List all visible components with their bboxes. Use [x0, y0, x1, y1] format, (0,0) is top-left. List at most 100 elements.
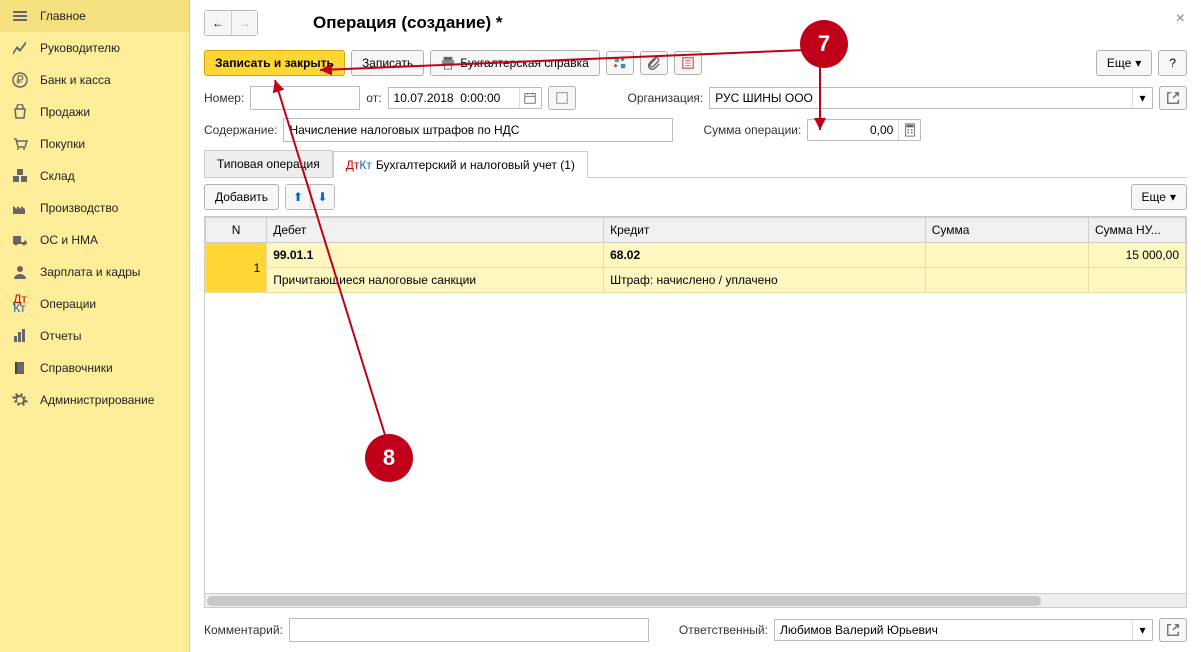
- help-button[interactable]: ?: [1158, 50, 1187, 76]
- sidebar-item-bank[interactable]: ₽ Банк и касса: [0, 64, 189, 96]
- move-down-button[interactable]: ⬇: [310, 185, 334, 209]
- sum-input[interactable]: [808, 120, 898, 140]
- svg-text:₽: ₽: [16, 73, 24, 87]
- nav-buttons: ← →: [204, 10, 258, 36]
- sidebar-item-admin[interactable]: Администрирование: [0, 384, 189, 416]
- annotation-7: 7: [800, 20, 848, 68]
- tab-accounting[interactable]: ДтКт Бухгалтерский и налоговый учет (1): [333, 151, 588, 178]
- truck-icon: [10, 232, 30, 248]
- calculator-button[interactable]: [898, 120, 920, 140]
- dtkt-icon: ДтКт: [346, 161, 372, 170]
- cell-n[interactable]: 1: [206, 243, 267, 293]
- save-button[interactable]: Записать: [351, 50, 424, 76]
- sidebar-item-production[interactable]: Производство: [0, 192, 189, 224]
- sidebar-item-reports[interactable]: Отчеты: [0, 320, 189, 352]
- printer-icon: [441, 56, 455, 70]
- move-up-button[interactable]: ⬆: [286, 185, 310, 209]
- tab-typical-operation[interactable]: Типовая операция: [204, 150, 333, 177]
- content-label: Содержание:: [204, 123, 277, 137]
- sidebar-item-label: Операции: [40, 297, 96, 311]
- bag-icon: [10, 104, 30, 120]
- number-input[interactable]: [250, 86, 360, 110]
- add-row-button[interactable]: Добавить: [204, 184, 279, 210]
- sidebar-item-label: Покупки: [40, 137, 85, 151]
- comment-label: Комментарий:: [204, 623, 283, 637]
- toolbar-action1-button[interactable]: [606, 51, 634, 75]
- date-extra-button[interactable]: [548, 86, 576, 110]
- cell-debit-subconto[interactable]: Причитающиеся налоговые санкции: [267, 268, 604, 293]
- more-button[interactable]: Еще▾: [1096, 50, 1152, 76]
- org-dropdown-button[interactable]: ▾: [1132, 88, 1152, 108]
- dtkt-icon: ДтКт: [10, 296, 30, 312]
- responsible-input[interactable]: [775, 620, 1132, 640]
- col-sum-nu[interactable]: Сумма НУ...: [1089, 218, 1186, 243]
- org-input[interactable]: [710, 88, 1132, 108]
- sum-field: [807, 119, 921, 141]
- sidebar-item-manager[interactable]: Руководителю: [0, 32, 189, 64]
- table-row[interactable]: 1 99.01.1 68.02 15 000,00: [206, 243, 1186, 268]
- col-sum[interactable]: Сумма: [925, 218, 1088, 243]
- toolbar-action2-button[interactable]: [674, 51, 702, 75]
- sidebar-item-catalogs[interactable]: Справочники: [0, 352, 189, 384]
- book-icon: [10, 360, 30, 376]
- external-icon: [1166, 91, 1180, 105]
- col-debit[interactable]: Дебет: [267, 218, 604, 243]
- move-buttons: ⬆ ⬇: [285, 184, 335, 210]
- responsible-open-button[interactable]: [1159, 618, 1187, 642]
- sidebar: Главное Руководителю ₽ Банк и касса Прода…: [0, 0, 190, 652]
- person-icon: [10, 264, 30, 280]
- sidebar-item-label: Производство: [40, 201, 118, 215]
- table-more-button[interactable]: Еще▾: [1131, 184, 1187, 210]
- annotation-8: 8: [365, 434, 413, 482]
- sidebar-item-label: Склад: [40, 169, 75, 183]
- gear-icon: [10, 392, 30, 408]
- sidebar-item-label: Зарплата и кадры: [40, 265, 140, 279]
- close-button[interactable]: ×: [1176, 10, 1185, 28]
- cell-sum[interactable]: [925, 243, 1088, 268]
- responsible-dropdown-button[interactable]: ▾: [1132, 620, 1152, 640]
- sidebar-item-label: ОС и НМА: [40, 233, 98, 247]
- org-open-button[interactable]: [1159, 86, 1187, 110]
- comment-input[interactable]: [289, 618, 649, 642]
- number-label: Номер:: [204, 91, 244, 105]
- date-input[interactable]: [389, 88, 519, 108]
- factory-icon: [10, 200, 30, 216]
- cell-credit-account[interactable]: 68.02: [604, 243, 926, 268]
- col-credit[interactable]: Кредит: [604, 218, 926, 243]
- trend-icon: [10, 40, 30, 56]
- date-field: [388, 87, 542, 109]
- main-area: ← → Операция (создание) * × Записать и з…: [190, 0, 1201, 652]
- external-icon: [1166, 623, 1180, 637]
- calculator-icon: [903, 123, 917, 137]
- boxes-icon: [10, 168, 30, 184]
- sidebar-item-label: Администрирование: [40, 393, 154, 407]
- sidebar-item-main[interactable]: Главное: [0, 0, 189, 32]
- calendar-button[interactable]: [519, 88, 541, 108]
- sidebar-item-label: Продажи: [40, 105, 90, 119]
- sidebar-item-payroll[interactable]: Зарплата и кадры: [0, 256, 189, 288]
- sidebar-item-purchases[interactable]: Покупки: [0, 128, 189, 160]
- content-input[interactable]: [283, 118, 673, 142]
- nav-back-button[interactable]: ←: [205, 11, 231, 35]
- paperclip-icon: [647, 56, 661, 70]
- print-reference-button[interactable]: Бухгалтерская справка: [430, 50, 600, 76]
- nav-forward-button[interactable]: →: [231, 11, 257, 35]
- print-reference-label: Бухгалтерская справка: [460, 56, 589, 70]
- sidebar-item-warehouse[interactable]: Склад: [0, 160, 189, 192]
- page-title: Операция (создание) *: [313, 13, 502, 33]
- save-close-button[interactable]: Записать и закрыть: [204, 50, 345, 76]
- chevron-down-icon: ▾: [1170, 190, 1176, 204]
- sidebar-item-label: Банк и касса: [40, 73, 111, 87]
- sidebar-item-assets[interactable]: ОС и НМА: [0, 224, 189, 256]
- ruble-icon: ₽: [10, 72, 30, 88]
- cell-sum-nu[interactable]: 15 000,00: [1089, 243, 1186, 268]
- attachment-button[interactable]: [640, 51, 668, 75]
- col-n[interactable]: N: [206, 218, 267, 243]
- cell-debit-account[interactable]: 99.01.1: [267, 243, 604, 268]
- table-row-sub[interactable]: Причитающиеся налоговые санкции Штраф: н…: [206, 268, 1186, 293]
- sidebar-item-operations[interactable]: ДтКт Операции: [0, 288, 189, 320]
- cell-credit-subconto[interactable]: Штраф: начислено / уплачено: [604, 268, 926, 293]
- sidebar-item-sales[interactable]: Продажи: [0, 96, 189, 128]
- horizontal-scrollbar[interactable]: [205, 593, 1186, 607]
- responsible-label: Ответственный:: [679, 623, 768, 637]
